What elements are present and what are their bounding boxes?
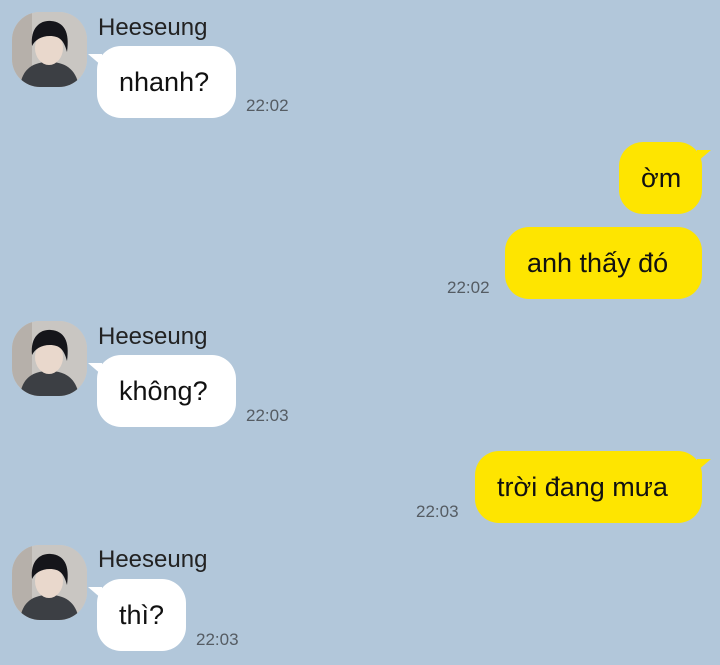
message-bubble-incoming[interactable]: không? [88, 355, 236, 427]
sender-name: Heeseung [98, 323, 208, 350]
message-timestamp: 22:02 [447, 278, 490, 297]
avatar[interactable] [12, 545, 87, 620]
avatar[interactable] [12, 321, 87, 396]
message-timestamp: 22:03 [416, 502, 459, 521]
sender-name: Heeseung [98, 546, 208, 573]
avatar[interactable] [12, 12, 87, 87]
message-bubble-outgoing[interactable]: ờm [619, 142, 711, 214]
message-bubble-incoming[interactable]: thì? [88, 579, 186, 651]
message-bubble-outgoing[interactable]: anh thấy đó [505, 227, 702, 299]
message-bubble-outgoing[interactable]: trời đang mưa [475, 451, 711, 523]
chat-area: Heeseung nhanh? 22:02 ờm anh thấy đó 22:… [0, 0, 720, 665]
sender-name: Heeseung [98, 14, 208, 41]
message-timestamp: 22:03 [196, 630, 239, 649]
message-timestamp: 22:02 [246, 96, 289, 115]
message-bubble-incoming[interactable]: nhanh? [88, 46, 236, 118]
message-timestamp: 22:03 [246, 406, 289, 425]
